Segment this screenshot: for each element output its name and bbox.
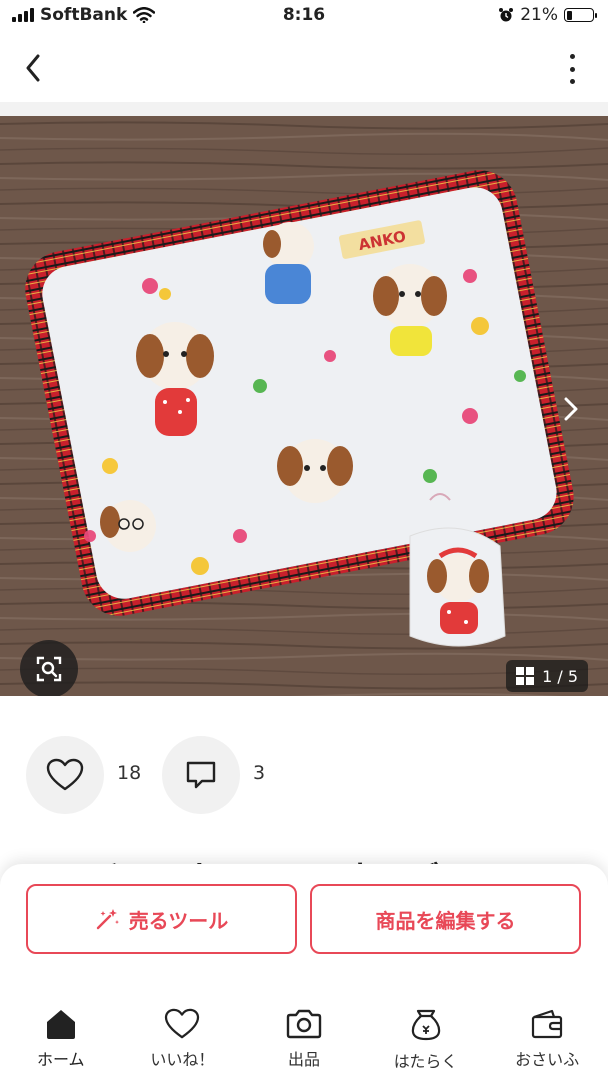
home-icon — [46, 1010, 75, 1039]
sell-tools-button[interactable]: 売るツール — [26, 884, 297, 954]
image-search-button[interactable] — [20, 640, 78, 696]
edit-item-button[interactable]: 商品を編集する — [310, 884, 581, 954]
heart-icon — [165, 1008, 200, 1039]
tab-home-label: ホーム — [37, 1050, 85, 1069]
seller-action-sheet: 売るツール 商品を編集する — [0, 864, 608, 984]
product-image: ANKO — [0, 116, 608, 696]
battery-percent: 21% — [520, 5, 558, 25]
chevron-left-icon — [26, 54, 40, 82]
more-options-button[interactable] — [566, 54, 578, 84]
section-divider — [0, 102, 608, 116]
product-photo-carousel[interactable]: ANKO 1 / 5 — [0, 116, 608, 696]
battery-icon — [564, 8, 597, 22]
camera-icon — [286, 1009, 322, 1039]
reactions-row: 18 3 — [0, 696, 608, 856]
status-right: 21% — [498, 5, 597, 25]
edit-item-label: 商品を編集する — [375, 908, 516, 933]
alarm-icon — [499, 8, 514, 22]
tab-likes[interactable]: いいね！ — [122, 984, 244, 1080]
tab-listing[interactable]: 出品 — [243, 984, 365, 1080]
photo-counter-text: 1 / 5 — [542, 666, 578, 686]
grid-icon — [516, 667, 535, 685]
heart-icon — [46, 758, 84, 791]
sell-tools-label: 売るツール — [128, 908, 229, 933]
photo-counter: 1 / 5 — [506, 660, 588, 692]
money-bag-icon — [411, 1009, 440, 1041]
more-vertical-icon — [569, 54, 575, 59]
tab-wallet[interactable]: おさいふ — [486, 984, 608, 1080]
tab-wallet-label: おさいふ — [515, 1050, 580, 1069]
tab-listing-label: 出品 — [287, 1050, 320, 1069]
tab-likes-label: いいね！ — [150, 1050, 215, 1069]
back-button[interactable] — [18, 50, 48, 86]
navigation-bar — [0, 34, 608, 102]
tab-work[interactable]: はたらく — [365, 984, 487, 1080]
tab-work-label: はたらく — [393, 1052, 458, 1071]
next-photo-button[interactable] — [554, 392, 588, 426]
status-bar: SoftBank 8:16 21% — [0, 0, 608, 34]
chevron-right-icon — [564, 397, 578, 421]
magic-wand-icon — [96, 909, 119, 930]
image-search-icon — [36, 656, 62, 682]
tab-home[interactable]: ホーム — [0, 984, 122, 1080]
comment-icon — [186, 761, 216, 789]
comment-count: 3 — [253, 762, 266, 784]
like-count: 18 — [117, 762, 142, 784]
like-button[interactable] — [26, 736, 104, 814]
bottom-tab-bar: ホーム いいね！ 出品 はたらく おさいふ — [0, 984, 608, 1080]
wallet-icon — [532, 1009, 563, 1039]
comment-button[interactable] — [162, 736, 240, 814]
